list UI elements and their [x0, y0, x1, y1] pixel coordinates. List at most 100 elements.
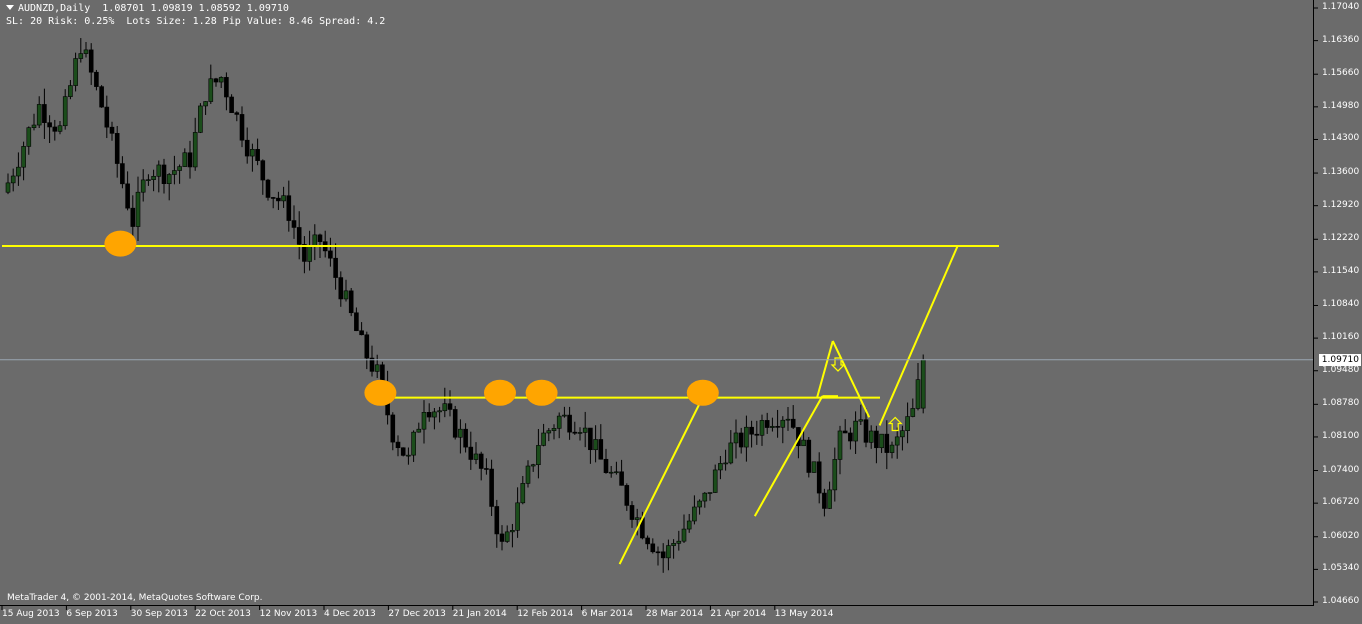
- candle-body: [634, 517, 640, 520]
- candle-body: [546, 430, 552, 434]
- candle-body: [328, 250, 333, 259]
- candle-body: [905, 416, 910, 431]
- support-marker[interactable]: [364, 379, 397, 406]
- candle-body: [515, 502, 520, 531]
- candle-body: [489, 468, 494, 507]
- candle-body: [645, 537, 650, 545]
- candle-body: [359, 330, 364, 336]
- copyright-text: MetaTrader 4, © 2001-2014, MetaQuotes So…: [7, 593, 263, 603]
- date-tick-label: 22 Oct 2013: [195, 609, 251, 619]
- date-tick-label: 15 Aug 2013: [2, 609, 60, 619]
- candle-body: [135, 191, 141, 227]
- candle-body: [94, 71, 99, 87]
- candle-body: [374, 364, 380, 372]
- price-tick-label: 1.06720: [1322, 497, 1360, 508]
- candle-body: [629, 505, 635, 520]
- candle-body: [234, 112, 240, 115]
- candle-body: [213, 78, 219, 83]
- date-tick-label: 4 Dec 2013: [324, 609, 376, 619]
- candle-body: [21, 146, 26, 168]
- date-tick-label: 13 May 2014: [774, 609, 834, 619]
- candle-body: [723, 462, 728, 465]
- candle-body: [42, 104, 47, 123]
- candle-body: [203, 101, 208, 107]
- trend-line[interactable]: [618, 396, 704, 565]
- candle-body: [697, 500, 702, 508]
- candle-body: [567, 414, 572, 433]
- dropdown-triangle-icon[interactable]: [6, 5, 14, 10]
- candle-body: [187, 152, 193, 168]
- price-chart[interactable]: [0, 0, 1362, 624]
- price-tick-label: 1.11540: [1322, 265, 1360, 276]
- candle-body: [874, 430, 879, 449]
- candle-body: [265, 179, 271, 198]
- candle-body: [780, 419, 786, 428]
- price-tick-label: 1.07400: [1322, 464, 1360, 475]
- candle-body: [920, 359, 926, 409]
- candle-body: [104, 106, 110, 128]
- candle-body: [577, 432, 583, 434]
- price-tick-label: 1.05340: [1322, 563, 1360, 574]
- candle-body: [156, 164, 162, 177]
- price-tick-label: 1.09480: [1322, 364, 1360, 375]
- candle-body: [255, 149, 260, 161]
- candle-body: [556, 415, 562, 429]
- candle-body: [582, 427, 588, 433]
- candle-body: [660, 551, 666, 559]
- candle-body: [801, 439, 806, 447]
- price-tick-label: 1.04660: [1322, 596, 1360, 606]
- candle-body: [603, 458, 609, 473]
- candle-body: [733, 432, 739, 444]
- candle-body: [244, 139, 250, 157]
- candle-body: [130, 207, 136, 227]
- candle-body: [551, 428, 557, 431]
- candle-body: [416, 428, 422, 433]
- price-tick-label: 1.08780: [1322, 398, 1360, 409]
- candle-body: [510, 530, 515, 533]
- candle-body: [192, 132, 198, 168]
- support-marker[interactable]: [484, 379, 516, 406]
- candle-body: [562, 414, 567, 417]
- arrow-up-icon[interactable]: [887, 416, 903, 432]
- candle-body: [239, 114, 245, 141]
- candle-body: [530, 464, 536, 467]
- price-tick-label: 1.14300: [1322, 133, 1360, 144]
- candle-body: [166, 174, 172, 184]
- price-tick-label: 1.15660: [1322, 68, 1360, 79]
- support-marker[interactable]: [686, 379, 719, 406]
- candle-body: [411, 431, 416, 456]
- trend-line[interactable]: [816, 340, 834, 398]
- candle-body: [541, 432, 546, 446]
- trend-line[interactable]: [753, 395, 824, 517]
- candle-body: [99, 86, 104, 108]
- candle-body: [473, 453, 479, 460]
- symbol-text: AUDNZD,Daily 1.08701 1.09819 1.08592 1.0…: [18, 3, 289, 14]
- candle-body: [842, 430, 848, 434]
- candle-body: [863, 419, 869, 443]
- support-marker[interactable]: [104, 230, 137, 257]
- candle-body: [588, 427, 593, 451]
- price-tick-label: 1.12220: [1322, 233, 1360, 244]
- price-tick-label: 1.10840: [1322, 299, 1360, 310]
- candle-body: [692, 506, 697, 522]
- candle-body: [525, 465, 531, 484]
- candle-body: [837, 430, 843, 460]
- candle-body: [57, 125, 63, 132]
- candle-body: [848, 432, 853, 442]
- chart-window[interactable]: AUDNZD,Daily 1.08701 1.09819 1.08592 1.0…: [0, 0, 1362, 624]
- candle-body: [364, 334, 370, 359]
- candle-body: [88, 49, 94, 73]
- candle-body: [10, 175, 16, 184]
- candle-body: [884, 433, 890, 453]
- candle-body: [718, 463, 723, 471]
- candle-body: [62, 96, 68, 127]
- candle-body: [432, 411, 437, 418]
- candle-body: [218, 77, 224, 83]
- date-tick-label: 6 Mar 2014: [581, 609, 633, 619]
- support-marker[interactable]: [525, 379, 558, 406]
- symbol-header: AUDNZD,Daily 1.08701 1.09819 1.08592 1.0…: [6, 3, 289, 15]
- candle-body: [598, 439, 604, 460]
- trend-line[interactable]: [831, 340, 871, 418]
- candle-body: [276, 197, 281, 202]
- candle-body: [666, 545, 671, 559]
